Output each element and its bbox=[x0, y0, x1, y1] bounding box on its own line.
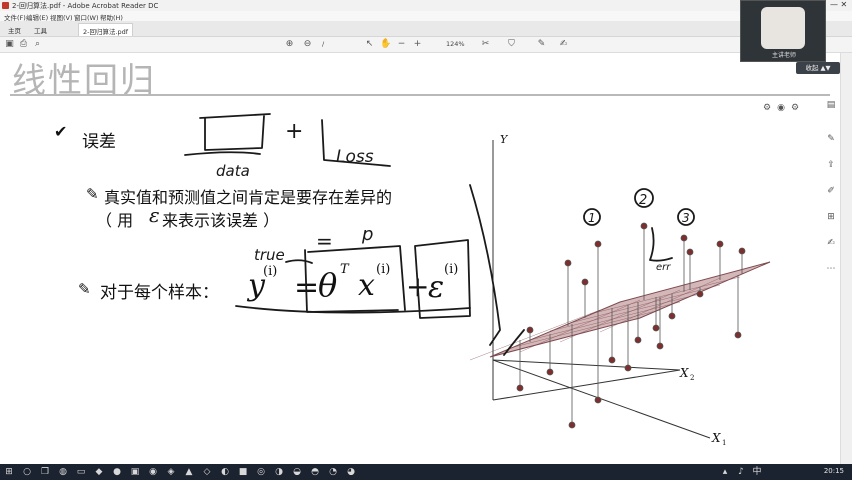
data-point bbox=[734, 331, 742, 339]
data-box-top-stroke bbox=[199, 113, 271, 119]
app-icon-5[interactable]: ◈ bbox=[166, 467, 176, 477]
data-point bbox=[738, 247, 746, 255]
data-point bbox=[634, 336, 642, 344]
data-underline-stroke bbox=[184, 151, 261, 156]
data-point bbox=[716, 240, 724, 248]
file-explorer-icon[interactable]: ▭ bbox=[76, 467, 86, 477]
webcam-label: 主讲老师 bbox=[771, 52, 796, 59]
browser-icon[interactable]: ◍ bbox=[58, 467, 68, 477]
tray-ime-icon[interactable]: 中 bbox=[752, 467, 762, 477]
x2-axis-line bbox=[492, 359, 681, 371]
webcam-overlay: 主讲老师 bbox=[740, 0, 826, 62]
app-icon-14[interactable]: ◕ bbox=[346, 467, 356, 477]
data-point bbox=[680, 234, 688, 242]
data-point bbox=[624, 364, 632, 372]
err-bracket bbox=[649, 227, 673, 262]
app-icon-11[interactable]: ◒ bbox=[292, 467, 302, 477]
handwritten-plus: + bbox=[285, 119, 303, 144]
sidebar-tool-icon[interactable]: ▤ bbox=[826, 100, 836, 110]
data-point bbox=[581, 278, 589, 286]
floating-toolbar-icon[interactable]: ⚙ bbox=[762, 103, 772, 113]
floating-settings-icon[interactable]: ⚙ bbox=[790, 103, 800, 113]
presenter-video bbox=[761, 7, 805, 49]
tray-network-icon[interactable]: ▴ bbox=[720, 467, 730, 477]
data-point bbox=[594, 396, 602, 404]
handwritten-p: p bbox=[361, 224, 373, 245]
sidebar-fill-sign-icon[interactable]: ✍ bbox=[826, 238, 836, 248]
data-point bbox=[686, 248, 694, 256]
data-points bbox=[516, 222, 746, 429]
data-point bbox=[640, 222, 648, 230]
app-icon-1[interactable]: ◆ bbox=[94, 467, 104, 477]
data-point bbox=[668, 312, 676, 320]
app-icon-13[interactable]: ◔ bbox=[328, 467, 338, 477]
floating-mic-icon[interactable]: ◉ bbox=[776, 103, 786, 113]
taskbar-clock[interactable]: 20:15 bbox=[824, 467, 844, 475]
data-point bbox=[546, 368, 554, 376]
handwritten-err: err bbox=[656, 262, 671, 273]
sidebar-export-icon[interactable]: ⇪ bbox=[826, 160, 836, 170]
windows-taskbar: ⊞ ○ ❐ ◍ ▭ ◆ ● ▣ ◉ ◈ ▲ ◇ ◐ ■ ◎ ◑ ◒ ◓ ◔ ◕ … bbox=[0, 464, 852, 480]
sidebar-edit-icon[interactable]: ✐ bbox=[826, 186, 836, 196]
true-stroke bbox=[285, 259, 313, 264]
theta-x-box-left bbox=[304, 249, 399, 313]
tray-volume-icon[interactable]: ♪ bbox=[736, 467, 746, 477]
app-icon-12[interactable]: ◓ bbox=[310, 467, 320, 477]
data-point bbox=[652, 324, 660, 332]
data-point bbox=[594, 240, 602, 248]
task-view-icon[interactable]: ❐ bbox=[40, 467, 50, 477]
handwritten-num-1: 1 bbox=[588, 211, 596, 225]
sidebar-organize-icon[interactable]: ⊞ bbox=[826, 212, 836, 222]
acrobat-taskbar-icon[interactable]: ▲ bbox=[184, 467, 194, 477]
sidebar-more-icon[interactable]: ⋯ bbox=[826, 264, 836, 274]
data-point bbox=[696, 290, 704, 298]
handwriting-labels: data + Loss true = p err 1 2 3 bbox=[216, 119, 690, 273]
data-point bbox=[608, 356, 616, 364]
app-icon-4[interactable]: ◉ bbox=[148, 467, 158, 477]
data-point bbox=[526, 326, 534, 334]
sidebar-comment-icon[interactable]: ✎ bbox=[826, 134, 836, 144]
epsilon-box bbox=[414, 239, 471, 319]
start-icon[interactable]: ⊞ bbox=[4, 467, 14, 477]
handwritten-equals: = bbox=[316, 229, 333, 253]
data-point bbox=[564, 259, 572, 267]
app-icon-3[interactable]: ▣ bbox=[130, 467, 140, 477]
app-icon-7[interactable]: ◐ bbox=[220, 467, 230, 477]
vertical-scrollbar[interactable] bbox=[840, 53, 852, 464]
x1-axis-line bbox=[492, 359, 711, 439]
handwritten-data: data bbox=[216, 162, 250, 180]
handwritten-true: true bbox=[254, 246, 285, 264]
handwritten-loss: Loss bbox=[336, 147, 374, 167]
arrow-to-plot bbox=[469, 184, 501, 346]
data-point bbox=[568, 421, 576, 429]
app-icon-8[interactable]: ■ bbox=[238, 467, 248, 477]
app-icon-9[interactable]: ◎ bbox=[256, 467, 266, 477]
annotation-overlay: data + Loss true = p err 1 2 3 bbox=[184, 113, 771, 439]
handwritten-num-2: 2 bbox=[639, 193, 647, 208]
app-icon-2[interactable]: ● bbox=[112, 467, 122, 477]
handwritten-num-3: 3 bbox=[682, 211, 690, 225]
search-icon-taskbar[interactable]: ○ bbox=[22, 467, 32, 477]
data-box-stroke bbox=[204, 115, 265, 151]
app-icon-6[interactable]: ◇ bbox=[202, 467, 212, 477]
app-icon-10[interactable]: ◑ bbox=[274, 467, 284, 477]
theta-x-box-top bbox=[307, 245, 406, 311]
data-point bbox=[656, 342, 664, 350]
regression-plane bbox=[469, 261, 771, 361]
webcam-collapse-button[interactable]: 收起 ▲▼ bbox=[796, 62, 840, 74]
data-point bbox=[516, 384, 524, 392]
